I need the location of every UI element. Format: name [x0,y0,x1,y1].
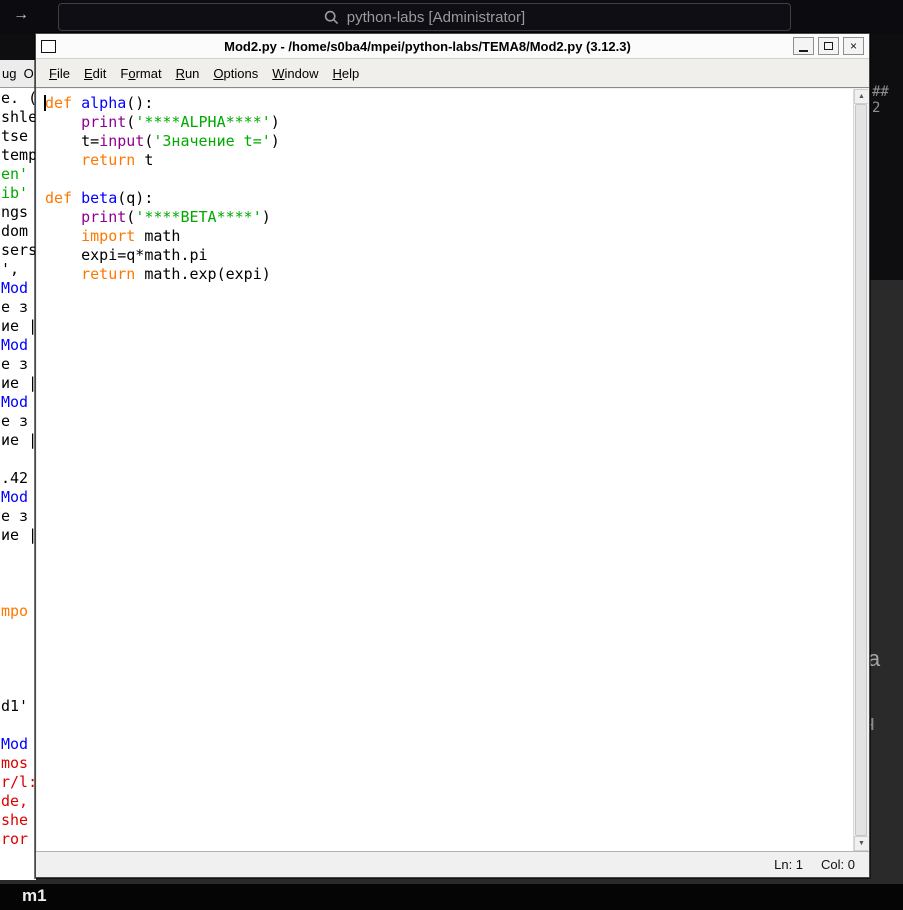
background-text-fragment: ## 2 [872,84,903,116]
status-column: Col: 0 [821,857,855,872]
shell-fragment-line: dom [0,222,36,241]
scroll-down-button[interactable]: ▼ [854,836,868,851]
vertical-scrollbar[interactable]: ▲ ▼ [853,89,868,851]
menu-file[interactable]: File [42,66,77,81]
shell-fragment-line: tse [0,127,36,146]
window-controls: × [793,37,864,55]
menu-help[interactable]: Help [326,66,367,81]
menu-options[interactable]: Options [206,66,265,81]
shell-fragment-line: temp [0,146,36,165]
code-line [45,170,853,189]
shell-fragment-line: de, [0,792,36,811]
shell-fragment-line [0,564,36,583]
maximize-button[interactable] [818,37,839,55]
desktop-background-bottom [0,884,903,910]
shell-fragment-line [0,716,36,735]
menubar: FileEditFormatRunOptionsWindowHelp [36,59,869,88]
shell-fragment-line: shle [0,108,36,127]
shell-fragment-line: e з [0,298,36,317]
shell-fragment-line [0,450,36,469]
shell-fragment-line: she [0,811,36,830]
scroll-down-icon: ▼ [858,840,865,847]
shell-fragment-line: ие | [0,374,36,393]
scroll-up-button[interactable]: ▲ [854,89,868,104]
shell-fragment-line: mpo [0,602,36,621]
shell-fragment-line: ror [0,830,36,849]
code-area[interactable]: def alpha(): print('****ALPHA****') t=in… [37,89,853,851]
shell-fragment-line [0,659,36,678]
shell-fragment-line [0,640,36,659]
shell-fragment-line [0,583,36,602]
shell-fragment-line: d1' [0,697,36,716]
shell-fragment-line: Mod [0,488,36,507]
code-line: print('****ALPHA****') [45,113,853,132]
code-line: import math [45,227,853,246]
menu-edit[interactable]: Edit [77,66,113,81]
shell-fragment-line: Mod [0,279,36,298]
shell-fragment-line [0,621,36,640]
shell-fragment-line: r/l: [0,773,36,792]
code-line: expi=q*math.pi [45,246,853,265]
code-line: def beta(q): [45,189,853,208]
shell-fragment-line: Mod [0,735,36,754]
maximize-icon [824,42,833,50]
scrollbar-thumb[interactable] [855,104,867,836]
search-icon [324,10,339,25]
background-text-fragment: m1 [22,886,47,906]
search-text: python-labs [Administrator] [347,9,525,26]
minimize-icon [799,50,808,52]
shell-fragment-line: e. ( [0,89,36,108]
close-button[interactable]: × [843,37,864,55]
background-shell-window[interactable]: ug O e. (shletsetempen'ib'ngsdomsers',Mo… [0,60,36,880]
shell-fragment-line: en' [0,165,36,184]
shell-fragment-line: Mod [0,393,36,412]
menu-window[interactable]: Window [265,66,325,81]
shell-fragment-line: ие | [0,526,36,545]
shell-fragment-line [0,678,36,697]
status-bar: Ln: 1 Col: 0 [36,851,869,877]
code-line: t=input('Значение t=') [45,132,853,151]
shell-fragment-line: ие | [0,431,36,450]
shell-fragment-line [0,545,36,564]
shell-fragment-line: sers [0,241,36,260]
code-line: return t [45,151,853,170]
scroll-up-icon: ▲ [858,93,865,100]
forward-arrow-icon: → [13,6,29,24]
window-title: Mod2.py - /home/s0ba4/mpei/python-labs/T… [62,39,793,54]
code-line: print('****BETA****') [45,208,853,227]
shell-fragment-line: mos [0,754,36,773]
window-icon [41,40,56,53]
shell-fragment-line: e з [0,507,36,526]
background-shell-body: e. (shletsetempen'ib'ngsdomsers',Mode зи… [0,88,36,849]
shell-fragment-line: e з [0,412,36,431]
code-line: return math.exp(expi) [45,265,853,284]
shell-fragment-line: ие | [0,317,36,336]
menu-format[interactable]: Format [113,66,168,81]
shell-fragment-line: .42 [0,469,36,488]
background-shell-menubar-fragment: ug O [0,60,36,88]
text-caret [44,95,46,111]
minimize-button[interactable] [793,37,814,55]
code-line: def alpha(): [45,94,853,113]
shell-fragment-line: ', [0,260,36,279]
editor-area[interactable]: def alpha(): print('****ALPHA****') t=in… [37,89,868,851]
status-line: Ln: 1 [774,857,803,872]
titlebar[interactable]: Mod2.py - /home/s0ba4/mpei/python-labs/T… [36,34,869,59]
shell-fragment-line: ngs [0,203,36,222]
close-icon: × [850,40,857,52]
shell-fragment-line: ib' [0,184,36,203]
idle-editor-window: Mod2.py - /home/s0ba4/mpei/python-labs/T… [35,33,870,878]
shell-fragment-line: e з [0,355,36,374]
search-box[interactable]: python-labs [Administrator] [58,3,791,31]
menu-run[interactable]: Run [169,66,207,81]
taskbar: → python-labs [Administrator] [0,0,903,34]
desktop: → python-labs [Administrator] ## 2 да о … [0,0,903,910]
shell-fragment-line: Mod [0,336,36,355]
